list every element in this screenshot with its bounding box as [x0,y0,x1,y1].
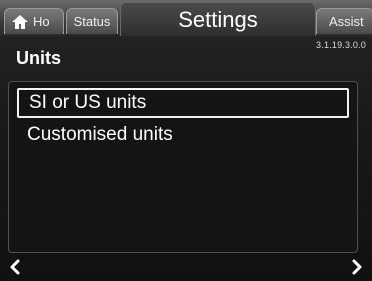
menu-item-label: SI or US units [29,92,147,113]
screen: Ho Status Settings Assist 3.1.19.3.0.0 U… [0,0,372,281]
menu-item-customised-units[interactable]: Customised units [17,120,349,150]
tab-assist-label: Assist [329,14,364,29]
tab-home-label: Ho [33,14,50,29]
tab-home[interactable]: Ho [4,8,64,34]
menu-item-si-or-us-units[interactable]: SI or US units [17,88,349,118]
tab-settings[interactable]: Settings [120,2,316,36]
home-icon [11,14,29,30]
chevron-left-icon[interactable] [8,258,22,276]
menu-item-label: Customised units [27,124,173,145]
tab-bar: Ho Status Settings Assist [0,0,372,36]
version-number: 3.1.19.3.0.0 [316,40,366,50]
tab-status[interactable]: Status [66,8,118,34]
tab-status-label: Status [73,14,111,29]
tab-assist[interactable]: Assist [316,8,372,34]
chevron-right-icon[interactable] [350,258,364,276]
tab-settings-label: Settings [178,7,258,32]
menu-panel: SI or US units Customised units [8,81,358,253]
page-title: Units [16,48,61,68]
